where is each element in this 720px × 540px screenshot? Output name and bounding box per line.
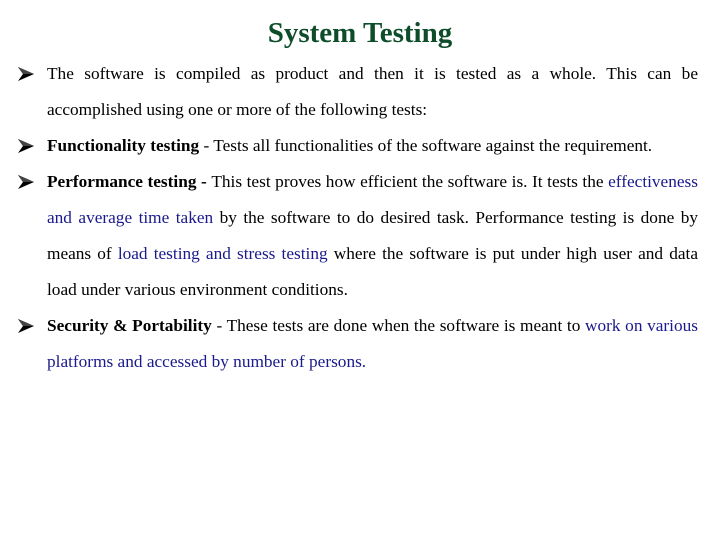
intro-text: The software is compiled as product and … xyxy=(47,64,698,119)
performance-text-1: This test proves how efficient the softw… xyxy=(211,172,609,191)
term-separator: - xyxy=(211,316,227,335)
term-separator: - xyxy=(199,136,214,155)
bullet-intro: The software is compiled as product and … xyxy=(18,56,698,128)
arrow-bullet-icon xyxy=(18,308,38,344)
term-security-portability: Security & Portability xyxy=(47,316,212,335)
bullet-performance-testing: Performance testing - This test proves h… xyxy=(18,164,698,308)
bullet-functionality-testing: Functionality testing - Tests all functi… xyxy=(18,128,698,164)
security-text-1: These tests are done when the software i… xyxy=(226,316,586,335)
term-separator: - xyxy=(196,172,212,191)
performance-highlight-2: load testing and stress testing xyxy=(117,244,328,263)
arrow-bullet-icon xyxy=(18,164,38,200)
bullet-list: The software is compiled as product and … xyxy=(18,56,698,380)
slide-title: System Testing xyxy=(267,17,453,49)
term-performance-testing: Performance testing xyxy=(47,172,197,191)
arrow-bullet-icon xyxy=(18,128,38,164)
bullet-security-portability: Security & Portability - These tests are… xyxy=(18,308,698,380)
functionality-description: Tests all functionalities of the softwar… xyxy=(213,136,653,155)
term-functionality-testing: Functionality testing xyxy=(47,136,200,155)
arrow-bullet-icon xyxy=(18,56,38,92)
